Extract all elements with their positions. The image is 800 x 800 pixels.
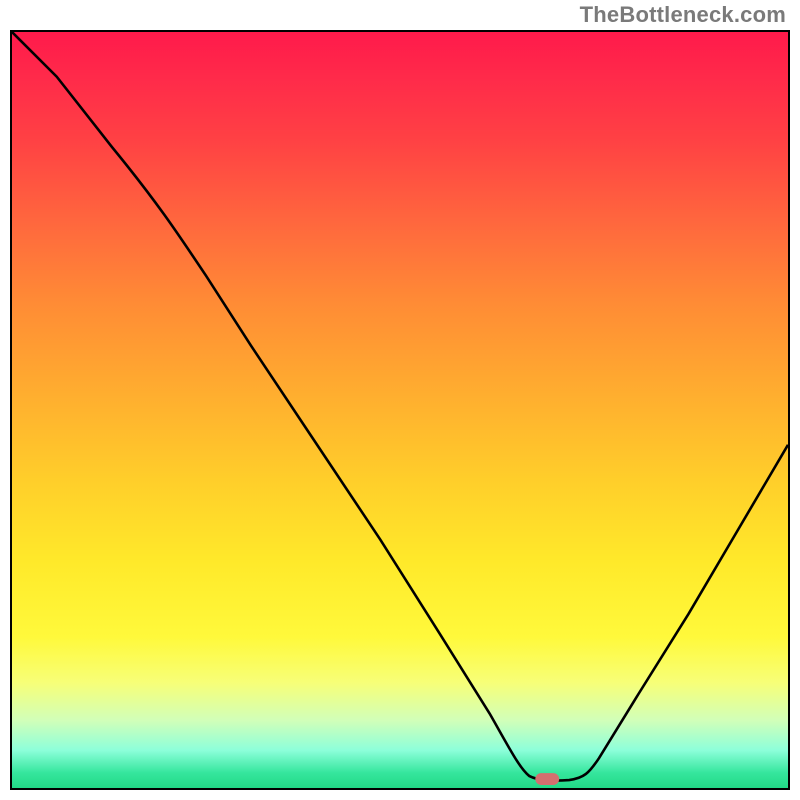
watermark-url: TheBottleneck.com — [580, 2, 786, 28]
bottleneck-curve — [12, 32, 788, 781]
curve-layer — [12, 32, 788, 788]
chart-frame: TheBottleneck.com — [0, 0, 800, 800]
plot-area — [10, 30, 790, 790]
min-marker — [535, 773, 559, 785]
